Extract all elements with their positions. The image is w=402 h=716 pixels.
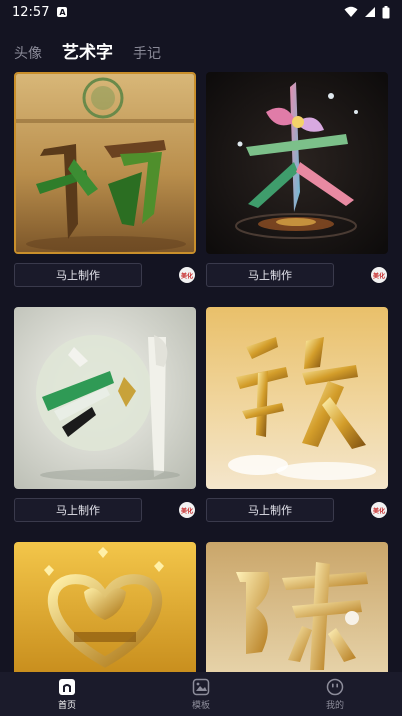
author-avatar: 美化 [179,502,195,518]
tab-avatar[interactable]: 头像 [14,43,42,65]
author-avatar: 美化 [371,502,387,518]
nav-home[interactable]: 首页 [27,678,107,711]
template-card-image[interactable] [206,542,388,672]
template-card-image[interactable] [14,542,196,672]
template-card-image[interactable] [206,307,388,489]
make-now-button[interactable]: 马上制作 [206,498,334,522]
category-tabs: 头像 艺术字 手记 [14,38,161,65]
image-icon [192,678,210,695]
wifi-icon [344,6,358,17]
signal-icon [365,7,375,17]
bottom-navigation: 首页 模板 我的 [0,672,402,716]
template-card-image[interactable] [14,307,196,489]
home-icon [59,678,75,695]
tab-art-text[interactable]: 艺术字 [62,38,113,65]
tab-notes[interactable]: 手记 [133,43,161,65]
battery-icon [382,5,390,18]
status-time: 12:57 [12,4,50,20]
nav-templates-label: 模板 [191,700,210,711]
make-now-button[interactable]: 马上制作 [14,263,142,287]
nav-mine-label: 我的 [325,700,344,711]
template-card-image[interactable] [206,72,388,254]
nav-templates[interactable]: 模板 [161,678,241,711]
nav-home-label: 首页 [57,700,76,711]
author-avatar: 美化 [371,267,387,283]
status-bar: 12:57 A [0,0,402,24]
notification-icon: A [57,7,68,17]
smiley-icon [326,678,344,695]
nav-mine[interactable]: 我的 [295,678,375,711]
make-now-button[interactable]: 马上制作 [14,498,142,522]
template-card-image[interactable] [14,72,196,254]
make-now-button[interactable]: 马上制作 [206,263,334,287]
author-avatar: 美化 [179,267,195,283]
